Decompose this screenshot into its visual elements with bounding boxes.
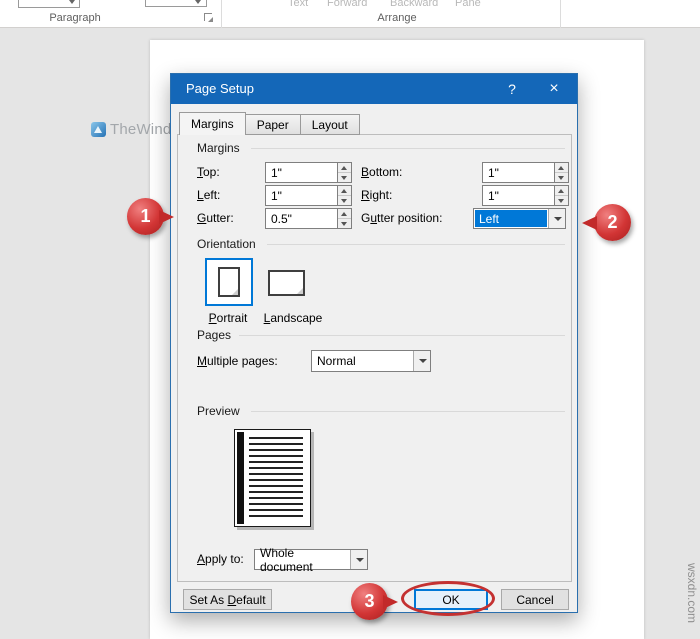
ribbon-group-divider xyxy=(560,0,561,28)
thewindowsclub-logo-icon xyxy=(91,122,106,137)
apply-to-select[interactable]: Whole document xyxy=(254,545,368,574)
dialog-title: Page Setup xyxy=(186,81,254,96)
landscape-label: Landscape xyxy=(263,311,323,325)
gutter-position-label: Gutter position: xyxy=(361,211,443,225)
wrap-text-button[interactable]: Text xyxy=(288,0,308,9)
margins-group-label: Margins xyxy=(197,141,240,155)
right-input[interactable] xyxy=(482,185,554,206)
step-1-number: 1 xyxy=(140,206,151,226)
gutter-field xyxy=(265,208,352,229)
chevron-down-icon[interactable] xyxy=(350,550,367,569)
paragraph-group-label: Paragraph xyxy=(49,12,101,24)
preview-thumbnail xyxy=(234,429,311,527)
dialog-titlebar[interactable]: Page Setup ? × xyxy=(171,74,577,104)
chevron-down-icon[interactable] xyxy=(548,209,565,228)
portrait-label: Portrait xyxy=(208,311,248,325)
bottom-input[interactable] xyxy=(482,162,554,183)
step-3-number: 3 xyxy=(364,591,375,611)
spin-up-icon[interactable] xyxy=(338,186,351,196)
spin-down-icon[interactable] xyxy=(338,219,351,228)
orientation-group-label: Orientation xyxy=(197,237,256,251)
chevron-down-icon xyxy=(69,0,75,4)
right-spinner[interactable] xyxy=(554,185,569,206)
portrait-page-icon xyxy=(218,267,240,297)
group-divider xyxy=(251,148,565,149)
orientation-portrait-option[interactable] xyxy=(205,258,253,306)
left-label: Left: xyxy=(197,188,221,202)
gutter-position-value: Left xyxy=(475,210,547,227)
pointer-right-icon xyxy=(159,210,174,224)
right-field xyxy=(482,185,569,206)
spin-up-icon[interactable] xyxy=(555,163,568,173)
gutter-input[interactable] xyxy=(265,208,337,229)
top-field xyxy=(265,162,352,183)
ribbon-partial-spinner[interactable] xyxy=(145,0,207,7)
bottom-label: Bottom: xyxy=(361,165,403,179)
top-label: Top: xyxy=(197,165,220,179)
ribbon-partial-dropdown[interactable] xyxy=(18,0,80,8)
arrange-group-label: Arrange xyxy=(377,12,417,24)
gutter-label: Gutter: xyxy=(197,211,234,225)
group-divider xyxy=(267,244,565,245)
spin-down-icon[interactable] xyxy=(555,173,568,182)
preview-group-label: Preview xyxy=(197,404,240,418)
bottom-spinner[interactable] xyxy=(554,162,569,183)
screenshot-root: Text Forward Backward Pane Paragraph Arr… xyxy=(0,0,700,639)
step-2-number: 2 xyxy=(607,212,618,232)
gutter-position-select[interactable]: Left xyxy=(473,208,566,229)
group-divider xyxy=(251,411,565,412)
spin-down-icon[interactable] xyxy=(338,173,351,182)
step-2-badge: 2 xyxy=(582,204,631,241)
spin-up-icon[interactable] xyxy=(338,163,351,173)
selection-pane-button[interactable]: Pane xyxy=(455,0,481,9)
bring-forward-button[interactable]: Forward xyxy=(327,0,367,9)
tab-layout[interactable]: Layout xyxy=(300,114,360,135)
apply-to-label: Apply to: xyxy=(197,552,244,566)
preview-text-lines xyxy=(249,437,303,520)
close-icon[interactable]: × xyxy=(537,74,571,104)
set-as-default-button[interactable]: Set As Default xyxy=(183,589,272,610)
pages-group-label: Pages xyxy=(197,328,232,342)
paragraph-dialog-launcher-icon[interactable] xyxy=(204,13,213,22)
landscape-page-icon[interactable] xyxy=(268,270,305,296)
spin-down-icon[interactable] xyxy=(555,196,568,205)
apply-to-value: Whole document xyxy=(260,545,313,574)
send-backward-button[interactable]: Backward xyxy=(390,0,438,9)
spinner-arrows-icon xyxy=(194,0,203,5)
multiple-pages-value: Normal xyxy=(317,354,356,368)
tab-margins[interactable]: Margins xyxy=(179,112,246,135)
cancel-button[interactable]: Cancel xyxy=(501,589,569,610)
dialog-tabs: Margins Paper Layout xyxy=(179,112,360,135)
pointer-right-icon xyxy=(383,595,398,609)
top-input[interactable] xyxy=(265,162,337,183)
tab-paper[interactable]: Paper xyxy=(245,114,301,135)
ribbon-group-divider xyxy=(221,0,222,28)
ribbon-strip: Text Forward Backward Pane Paragraph Arr… xyxy=(0,0,700,28)
ok-highlight-ellipse xyxy=(401,581,495,616)
pointer-left-icon xyxy=(582,216,597,230)
gutter-spinner[interactable] xyxy=(337,208,352,229)
right-label: Right: xyxy=(361,188,393,202)
multiple-pages-label: Multiple pages: xyxy=(197,354,278,368)
top-spinner[interactable] xyxy=(337,162,352,183)
site-watermark-text: wsxdn.com xyxy=(685,563,699,624)
chevron-down-icon[interactable] xyxy=(413,351,430,371)
bottom-field xyxy=(482,162,569,183)
spin-up-icon[interactable] xyxy=(338,209,351,219)
step-1-badge: 1 xyxy=(127,198,174,235)
spin-up-icon[interactable] xyxy=(555,186,568,196)
group-divider xyxy=(239,335,565,336)
preview-gutter-bar xyxy=(237,432,244,524)
left-field xyxy=(265,185,352,206)
spin-down-icon[interactable] xyxy=(338,196,351,205)
left-input[interactable] xyxy=(265,185,337,206)
step-3-badge: 3 xyxy=(351,583,398,620)
help-icon[interactable]: ? xyxy=(495,74,529,104)
page-setup-dialog: Page Setup ? × Margins Paper Layout Marg… xyxy=(170,73,578,613)
multiple-pages-select[interactable]: Normal xyxy=(311,350,431,372)
left-spinner[interactable] xyxy=(337,185,352,206)
